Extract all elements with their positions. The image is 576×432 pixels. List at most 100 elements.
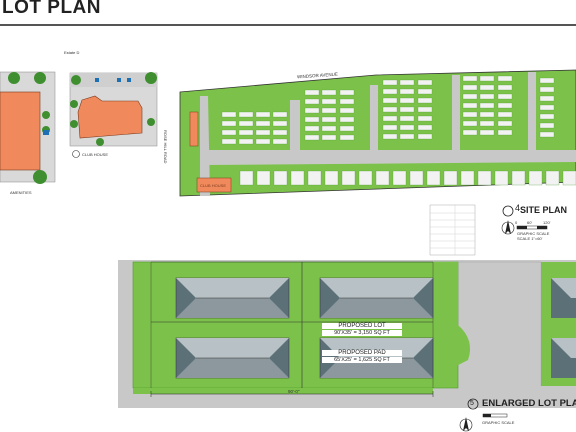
site-plan-pad: [382, 133, 398, 140]
site-plan-scale: SCALE 1"=60': [517, 236, 543, 241]
site-plan-pad: [255, 111, 271, 118]
site-plan-pad: [382, 79, 398, 86]
pad-roof-3: [175, 337, 290, 379]
site-plan-pad: [539, 86, 555, 93]
site-plan-pad: [382, 106, 398, 113]
site-plan-pad: [399, 133, 415, 140]
site-plan-pad: [539, 104, 555, 111]
site-plan-pad: [272, 111, 288, 118]
site-plan-pad: [562, 170, 576, 186]
site-plan-pad: [462, 102, 478, 109]
site-plan-pad: [324, 170, 339, 186]
site-plan-pad: [462, 75, 478, 82]
proposed-pad-dims: 65'X25' = 1,625 SQ FT: [322, 357, 402, 363]
site-plan-pad: [462, 129, 478, 136]
site-plan-pad: [497, 93, 513, 100]
site-plan-pad: [221, 129, 237, 136]
site-plan-pad: [255, 129, 271, 136]
site-plan-pad: [238, 138, 254, 145]
site-plan-scale-tick-60: 60': [527, 220, 533, 225]
site-plan-pad: [339, 89, 355, 96]
amenities-detail: [0, 71, 56, 184]
site-plan-pad: [339, 98, 355, 105]
estate-label: Estate D: [64, 50, 80, 55]
site-plan-pad: [462, 111, 478, 118]
site-plan-pad: [321, 116, 337, 123]
site-plan-pad: [321, 98, 337, 105]
site-plan-pad: [238, 129, 254, 136]
site-plan-pad: [375, 170, 390, 186]
site-plan-pad: [339, 116, 355, 123]
site-plan-pad: [497, 102, 513, 109]
rose-hill-road-label: ROSE HILL ROAD: [163, 130, 168, 164]
site-plan-pad: [399, 88, 415, 95]
site-plan-pad: [426, 170, 441, 186]
site-plan-pad: [539, 131, 555, 138]
site-plan-pad: [339, 125, 355, 132]
site-plan-pad: [399, 124, 415, 131]
site-plan-pad: [304, 89, 320, 96]
site-plan-pad: [321, 107, 337, 114]
site-plan-pad: [545, 170, 560, 186]
site-plan-pad: [272, 138, 288, 145]
site-plan-pad: [462, 84, 478, 91]
site-plan-pad: [321, 134, 337, 141]
site-plan-pad: [497, 75, 513, 82]
site-plan-pad: [511, 170, 526, 186]
site-plan-pad: [255, 120, 271, 127]
site-plan-pad: [479, 93, 495, 100]
site-plan-pad: [392, 170, 407, 186]
proposed-lot-title: PROPOSED LOT: [322, 323, 402, 329]
site-plan-pad: [272, 129, 288, 136]
site-plan-pad: [417, 124, 433, 131]
site-plan-pad: [479, 102, 495, 109]
site-plan-pad: [539, 95, 555, 102]
site-plan-pad: [304, 98, 320, 105]
enlarged-lot-plan-number: 5: [470, 400, 474, 407]
dimension-90: 90'-0": [288, 389, 300, 394]
site-plan-pad: [497, 111, 513, 118]
site-plan-pad: [479, 120, 495, 127]
site-plan-pad: [539, 122, 555, 129]
site-plan-pad: [399, 97, 415, 104]
site-plan-pad: [255, 138, 271, 145]
site-plan-pad: [272, 120, 288, 127]
site-plan-pad: [539, 77, 555, 84]
site-plan-pad: [221, 138, 237, 145]
clubhouse-detail: [69, 72, 158, 158]
site-plan-pad: [238, 111, 254, 118]
site-plan-title: SITE PLAN: [520, 205, 568, 215]
site-plan-pad: [238, 120, 254, 127]
site-plan-pad: [290, 170, 305, 186]
site-plan-pad: [417, 106, 433, 113]
site-plan-pad: [239, 170, 254, 186]
site-plan-pad: [273, 170, 288, 186]
site-plan-pad: [304, 134, 320, 141]
site-plan-pad: [399, 106, 415, 113]
site-plan-pad: [539, 113, 555, 120]
amenities-caption: AMENITIES: [10, 190, 32, 195]
site-plan-pad: [304, 107, 320, 114]
site-plan-pad: [494, 170, 509, 186]
site-plan-pad: [460, 170, 475, 186]
site-plan-drawing: [179, 69, 576, 197]
site-plan-pad: [321, 125, 337, 132]
proposed-lot-dims: 90'X35' = 3,150 SQ FT: [322, 330, 402, 336]
club-house-building-label: CLUB HOUSE: [200, 183, 227, 188]
site-plan-pad: [479, 84, 495, 91]
pad-roof-2: [319, 277, 434, 319]
site-plan-pad: [479, 111, 495, 118]
pad-roof-1: [175, 277, 290, 319]
site-plan-pad: [221, 111, 237, 118]
site-plan-pad: [382, 97, 398, 104]
site-plan-pad: [304, 116, 320, 123]
site-plan-scale-tick-0: 0: [515, 220, 518, 225]
site-plan-pad: [221, 120, 237, 127]
site-plan-scale-tick-120: 120': [543, 220, 551, 225]
site-plan-pad: [382, 115, 398, 122]
site-plan-pad: [417, 97, 433, 104]
site-plan-pad: [409, 170, 424, 186]
site-plan-pad: [417, 88, 433, 95]
proposed-pad-title: PROPOSED PAD: [322, 350, 402, 356]
site-plan-pad: [497, 84, 513, 91]
